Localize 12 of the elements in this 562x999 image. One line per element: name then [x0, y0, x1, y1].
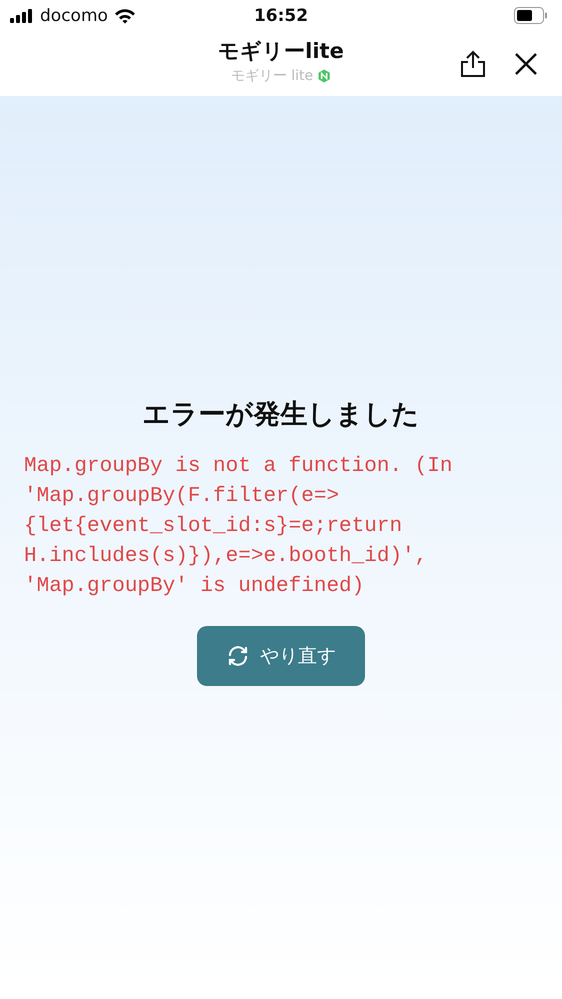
carrier-name: docomo — [40, 6, 108, 26]
retry-button[interactable]: やり直す — [197, 626, 365, 686]
wifi-icon — [114, 8, 136, 24]
battery-icon — [514, 7, 548, 24]
refresh-icon — [226, 644, 250, 668]
app-subtitle: モギリー lite — [230, 67, 314, 85]
verified-badge-icon — [317, 69, 332, 83]
error-title: エラーが発生しました — [142, 398, 420, 432]
error-message: Map.groupBy is not a function. (In 'Map.groupBy(F.filter(e=>{let{event_slot_id:s}=e;return H.includes(s)}),e=>e.booth_id)', 'Map.groupBy' is undefined) — [23, 454, 454, 600]
app-title: モギリーlite — [218, 38, 344, 65]
signal-icon — [10, 8, 34, 22]
clock-time: 16:52 — [254, 6, 308, 26]
